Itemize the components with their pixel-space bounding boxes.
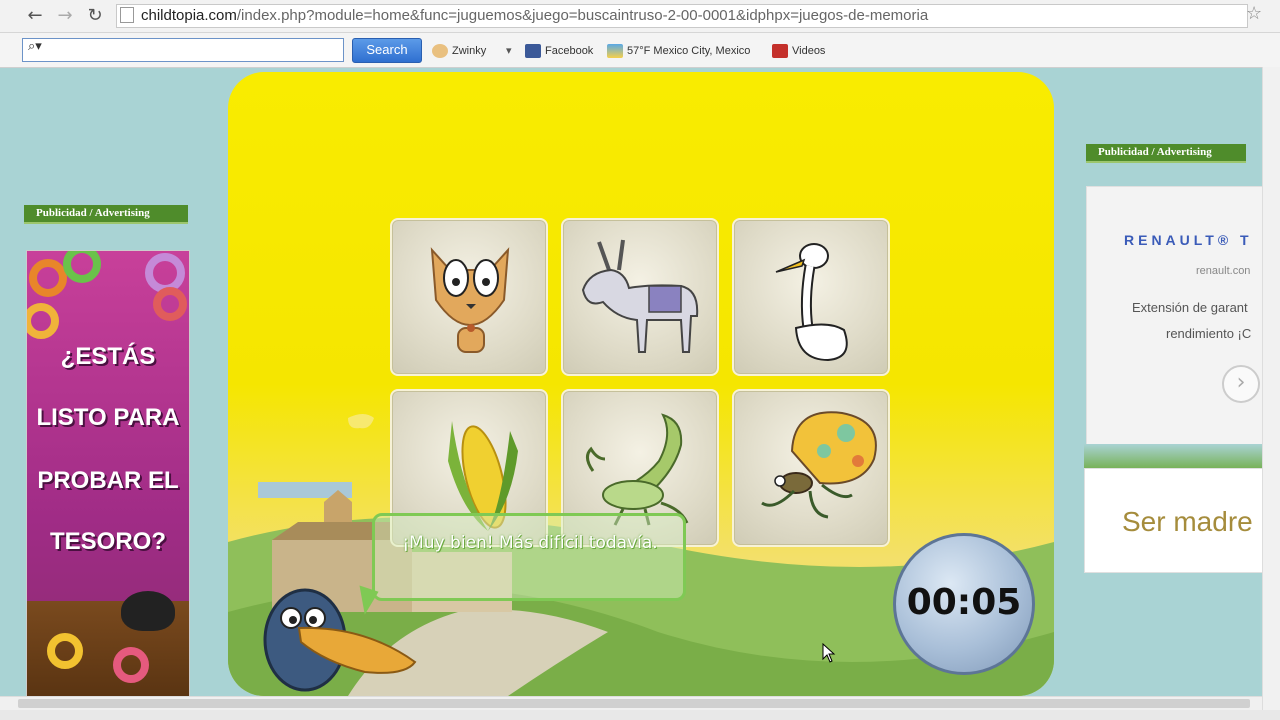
chevron-right-icon[interactable]: › (1222, 365, 1260, 403)
cat-icon (430, 247, 510, 353)
renault-ad-title[interactable]: RENAULT® T (1124, 232, 1253, 248)
second-ad-text: Ser madre (1122, 506, 1253, 537)
tile-goose[interactable] (732, 218, 890, 376)
search-icon[interactable]: ⌕▾ (28, 39, 42, 54)
advertising-label-right: Publicidad / Advertising (1086, 144, 1246, 163)
left-ad-text-3: PROBAR EL (37, 467, 179, 494)
url-host: childtopia.com (141, 7, 237, 24)
page-icon (120, 7, 134, 23)
toolbar-weather[interactable]: 57°F Mexico City, Mexico (607, 43, 750, 59)
cereal-ring (153, 287, 187, 321)
facebook-icon (525, 44, 541, 59)
cereal-ring (63, 251, 101, 283)
donkey-icon (581, 239, 699, 353)
weather-icon (607, 44, 623, 59)
toolbar-videos[interactable]: Videos (772, 43, 825, 59)
advertising-label-left: Publicidad / Advertising (24, 205, 188, 224)
goose-icon (775, 243, 848, 362)
mouse-cursor-icon (822, 643, 836, 663)
cereal-ring (29, 259, 67, 297)
toolbar-videos-label: Videos (792, 45, 826, 57)
toolbar-zwinky[interactable]: Zwinky (432, 43, 486, 59)
reload-icon[interactable]: ↻ (84, 5, 106, 27)
game-message: ¡Muy bien! Más difícil todavía. (402, 533, 658, 553)
left-ad-text-4: TESORO? (49, 528, 166, 555)
timer-text: 00:05 (906, 582, 1022, 623)
tile-butterfly[interactable] (732, 389, 890, 547)
tile-cat[interactable] (390, 218, 548, 376)
toolbar-search-input[interactable] (22, 38, 344, 62)
cereal-ring (47, 633, 83, 669)
address-field[interactable]: childtopia.com/index.php?module=home&fun… (116, 4, 1248, 28)
renault-ad[interactable] (1086, 186, 1280, 446)
zwinky-icon (432, 44, 448, 59)
toucan-mascot-image (121, 591, 175, 631)
butterfly-icon (761, 411, 877, 519)
renault-ad-text-1: Extensión de garant (1132, 300, 1248, 315)
zwinky-dropdown-icon[interactable]: ▾ (506, 43, 512, 59)
green-hill-decoration (1084, 444, 1280, 468)
renault-ad-text-2: rendimiento ¡C (1166, 326, 1252, 341)
toolbar-facebook[interactable]: Facebook (525, 43, 593, 59)
youtube-icon (772, 44, 788, 59)
url-path: /index.php?module=home&func=juguemos&jue… (236, 7, 929, 24)
toolbar-zwinky-label: Zwinky (452, 45, 487, 57)
left-ad-text-1: ¿ESTÁS (60, 343, 156, 370)
renault-ad-url: renault.con (1196, 265, 1251, 277)
tile-donkey[interactable] (561, 218, 719, 376)
left-banner-ad[interactable]: ¿ESTÁS LISTO PARA PROBAR EL TESORO? (26, 250, 190, 698)
cereal-ring (113, 647, 149, 683)
toolbar-weather-label: 57°F Mexico City, Mexico (627, 45, 751, 57)
vertical-scrollbar[interactable] (1262, 67, 1280, 710)
horizontal-scrollbar-thumb[interactable] (18, 699, 1250, 708)
toolbar-facebook-label: Facebook (545, 45, 594, 57)
search-button[interactable]: Search (352, 38, 422, 63)
cereal-ring (27, 303, 59, 339)
bookmark-star-icon[interactable]: ☆ (1246, 3, 1262, 24)
status-bar (0, 710, 1280, 720)
back-arrow-icon[interactable]: ← (24, 5, 46, 27)
left-ad-text-2: LISTO PARA (36, 404, 180, 431)
forward-arrow-icon[interactable]: → (54, 5, 76, 27)
